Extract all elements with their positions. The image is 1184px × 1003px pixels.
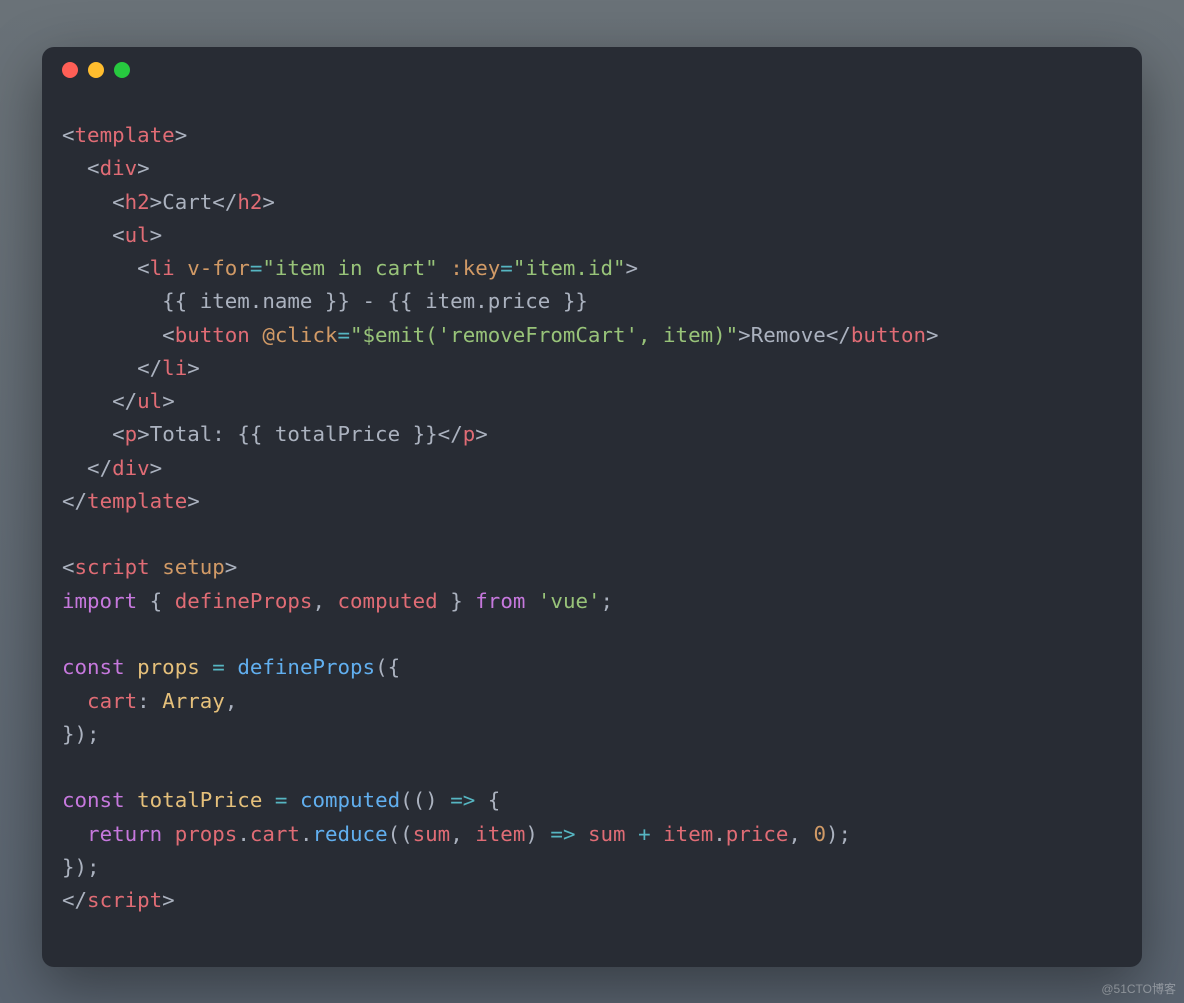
minimize-icon[interactable] xyxy=(88,62,104,78)
watermark: @51CTO博客 xyxy=(1101,980,1176,997)
window-titlebar xyxy=(42,47,1142,93)
maximize-icon[interactable] xyxy=(114,62,130,78)
close-icon[interactable] xyxy=(62,62,78,78)
code-window: <template> <div> <h2>Cart</h2> <ul> <li … xyxy=(42,47,1142,967)
code-block: <template> <div> <h2>Cart</h2> <ul> <li … xyxy=(42,93,1142,943)
